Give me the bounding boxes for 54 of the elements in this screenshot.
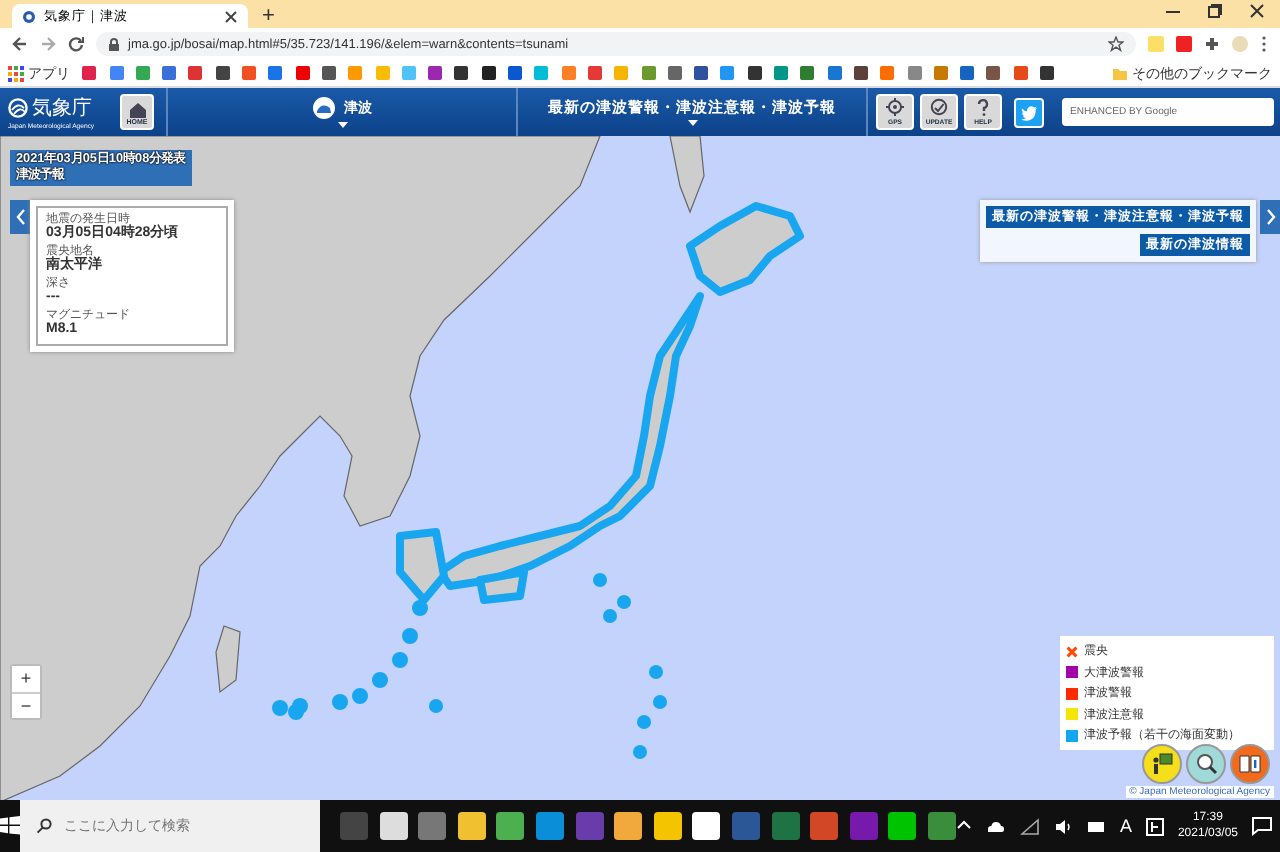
expand-button[interactable] bbox=[1260, 200, 1280, 234]
taskbar-app-icon[interactable] bbox=[379, 812, 408, 840]
chevron-left-icon bbox=[15, 208, 25, 226]
zoom-out-button[interactable]: − bbox=[12, 692, 40, 718]
taskbar-app-icon[interactable] bbox=[496, 812, 525, 840]
signboard-person-icon bbox=[1150, 752, 1174, 776]
favicon-icon bbox=[22, 9, 36, 23]
chevron-up-icon[interactable] bbox=[955, 818, 972, 834]
menu-icon[interactable] bbox=[1260, 36, 1268, 52]
taskbar-app-icon[interactable] bbox=[457, 812, 486, 840]
tsunami-wave-icon bbox=[312, 96, 336, 120]
magnifier-icon bbox=[1194, 752, 1218, 776]
refresh-icon bbox=[930, 98, 948, 116]
input-mode-icon[interactable] bbox=[1145, 817, 1164, 835]
taskbar-app-icon[interactable] bbox=[692, 812, 721, 840]
agency-logo-text: 気象庁 bbox=[32, 95, 92, 122]
map-tool-button[interactable] bbox=[1186, 744, 1226, 784]
search-icon bbox=[36, 818, 53, 834]
notification-icon[interactable] bbox=[1252, 816, 1272, 836]
dropdown-caret-icon bbox=[337, 122, 347, 128]
network-icon[interactable] bbox=[1019, 817, 1040, 835]
cloud-icon[interactable] bbox=[985, 817, 1006, 835]
new-tab-button[interactable]: + bbox=[256, 4, 281, 28]
book-icon bbox=[1238, 752, 1262, 776]
folder-icon bbox=[1112, 65, 1128, 81]
chevron-right-icon bbox=[1265, 208, 1275, 226]
house-icon bbox=[127, 99, 147, 117]
lock-icon bbox=[108, 37, 120, 51]
bird-icon bbox=[1020, 103, 1038, 121]
puzzle-icon[interactable] bbox=[1204, 36, 1220, 52]
taskbar-app-icon[interactable] bbox=[614, 812, 643, 840]
close-icon[interactable] bbox=[1250, 4, 1264, 18]
question-mark-icon bbox=[974, 98, 992, 116]
close-icon[interactable] bbox=[224, 9, 238, 23]
dropdown-caret-icon bbox=[687, 120, 697, 126]
taskbar-app-icon[interactable] bbox=[653, 812, 682, 840]
target-icon bbox=[886, 98, 904, 116]
speaker-icon[interactable] bbox=[1053, 817, 1072, 835]
star-icon[interactable] bbox=[1108, 36, 1124, 52]
restore-icon[interactable] bbox=[1208, 4, 1222, 18]
back-arrow-icon[interactable] bbox=[12, 36, 28, 52]
twitter-button[interactable] bbox=[1014, 97, 1044, 127]
jma-logo-icon bbox=[8, 98, 28, 118]
reload-icon[interactable] bbox=[68, 36, 84, 52]
island bbox=[669, 136, 705, 214]
battery-icon[interactable] bbox=[1085, 817, 1106, 835]
ime-indicator[interactable]: A bbox=[1119, 816, 1132, 836]
collapse-button[interactable] bbox=[10, 200, 30, 234]
taskbar-app-icon[interactable] bbox=[888, 812, 917, 840]
windows-start-icon[interactable] bbox=[0, 816, 21, 836]
map-tool-button[interactable] bbox=[1142, 744, 1182, 784]
apps-grid-icon[interactable] bbox=[8, 65, 24, 81]
map-tool-button[interactable] bbox=[1230, 744, 1270, 784]
island bbox=[215, 625, 241, 694]
